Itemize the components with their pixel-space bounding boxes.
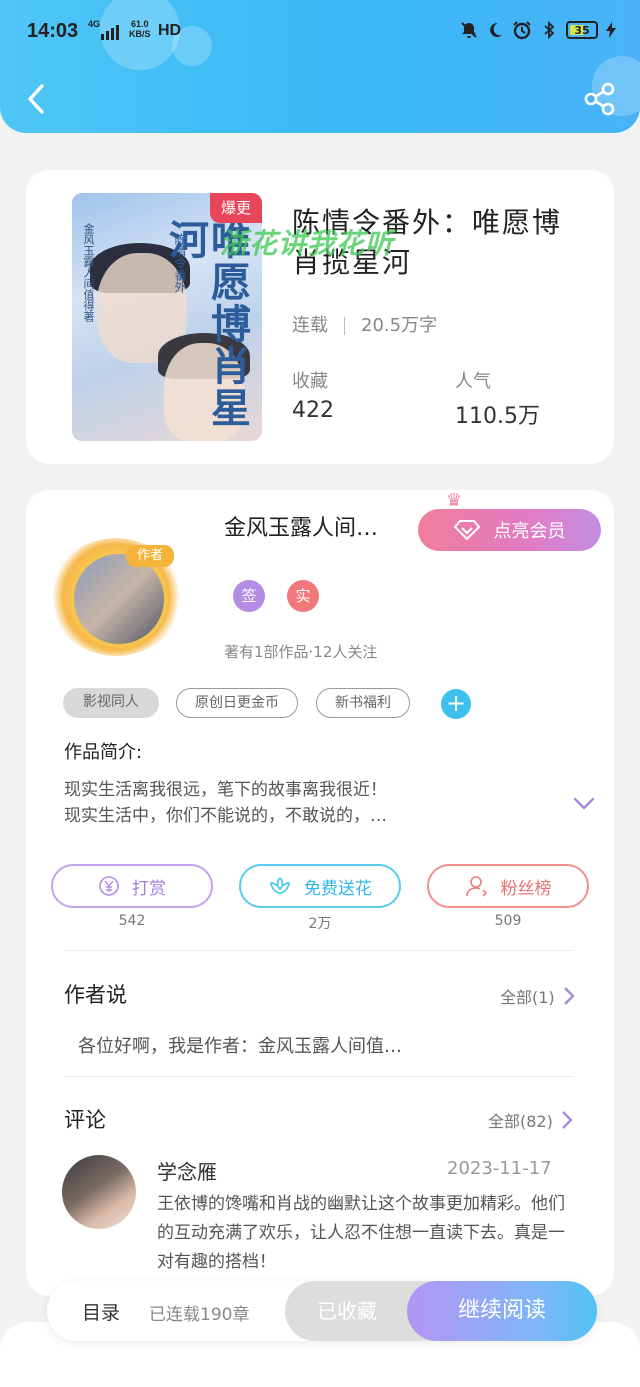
reward-count: 542 — [118, 913, 146, 929]
vip-button-label: 点亮会员 — [493, 521, 566, 542]
comment-date: 2023-11-17 — [447, 1158, 552, 1179]
book-meta: 连载 20.5万字 — [292, 311, 437, 337]
chevron-right-icon — [563, 987, 575, 1005]
battery-percent: 35 — [574, 23, 590, 37]
status-time: 14:03 — [27, 20, 79, 42]
chevron-down-icon[interactable] — [572, 794, 596, 812]
status-bar: 14:03 4G 61.0 KB/S HD 35 — [0, 16, 640, 48]
alarm-icon — [513, 21, 531, 40]
favorites-label: 收藏 — [292, 371, 328, 392]
toc-count: 已连载190章 — [149, 1305, 250, 1325]
vip-button[interactable]: 点亮会员 — [418, 509, 601, 551]
tag-chip[interactable]: 原创日更金币 — [176, 688, 298, 718]
user-icon — [465, 876, 487, 897]
author-info: 著有1部作品·12人关注 — [224, 643, 378, 661]
battery-indicator: 35 — [566, 21, 598, 39]
comments-more[interactable]: 全部(82) — [488, 1108, 573, 1132]
net-speed: 61.0 KB/S — [129, 19, 151, 39]
fans-rank-label: 粉丝榜 — [500, 878, 552, 899]
top-header: 14:03 4G 61.0 KB/S HD 35 — [0, 0, 640, 133]
reward-button[interactable]: 打赏 — [51, 864, 213, 908]
intro-title: 作品简介: — [64, 742, 143, 763]
flower-icon — [270, 877, 290, 894]
hot-badge: 爆更 — [210, 193, 262, 223]
flower-count: 2万 — [308, 916, 332, 932]
net-speed-unit: KB/S — [129, 29, 151, 39]
diamond-icon — [453, 520, 480, 540]
tag-chip[interactable]: 影视同人 — [63, 688, 159, 718]
meta-divider — [344, 317, 345, 335]
hd-indicator: HD — [158, 22, 182, 39]
popularity-label: 人气 — [455, 371, 491, 392]
reward-label: 打赏 — [132, 878, 166, 899]
send-flower-label: 免费送花 — [304, 878, 372, 899]
verified-badge: 实 — [287, 580, 319, 612]
comment-text[interactable]: 王依博的馋嘴和肖战的幽默让这个故事更加精彩。他们的互动充满了欢乐，让人忍不住想一… — [157, 1190, 577, 1277]
intro-text[interactable]: 现实生活离我很远，笔下的故事离我很近！ 现实生活中，你们不能说的，不敢说的，… — [64, 777, 484, 829]
comments-more-label: 全部(82) — [488, 1112, 553, 1131]
author-says-more-label: 全部(1) — [500, 988, 555, 1007]
yen-icon — [99, 876, 119, 896]
network-type: 4G — [88, 19, 101, 29]
add-tag-button[interactable]: + — [441, 689, 471, 719]
section-divider — [64, 1076, 574, 1077]
section-divider — [64, 950, 574, 951]
net-speed-value: 61.0 — [130, 19, 149, 29]
author-tag: 作者 — [126, 545, 174, 567]
watermark: 浙花讲我花听 — [220, 227, 395, 260]
word-count: 20.5万字 — [361, 315, 438, 336]
commenter-avatar[interactable] — [62, 1155, 136, 1229]
mute-bell-icon — [461, 22, 477, 38]
back-button[interactable] — [22, 82, 52, 116]
signal-icon — [101, 25, 119, 40]
bluetooth-icon — [544, 21, 555, 39]
commenter-name[interactable]: 学念雁 — [157, 1156, 217, 1185]
share-button[interactable] — [584, 82, 616, 116]
popularity-value: 110.5万 — [455, 404, 540, 429]
status-icons: 35 — [460, 20, 616, 40]
charging-icon — [606, 22, 616, 38]
book-status: 连载 — [292, 315, 328, 336]
fans-rank-button[interactable]: 粉丝榜 — [427, 864, 589, 908]
cover-author: 金风玉露人间值得著 — [82, 223, 95, 322]
signed-badge: 签 — [233, 580, 265, 612]
moon-icon — [490, 22, 502, 37]
intro-line: 现实生活离我很远，笔下的故事离我很近！ — [64, 780, 387, 800]
continue-reading-button[interactable]: 继续阅读 — [407, 1281, 597, 1341]
cover-subtitle: 陈情令番外 — [173, 233, 187, 293]
toc-button[interactable]: 目录 — [82, 1298, 120, 1325]
intro-line: 现实生活中，你们不能说的，不敢说的，… — [64, 806, 387, 826]
author-name[interactable]: 金风玉露人间… — [224, 510, 378, 542]
author-note[interactable]: 各位好啊，我是作者：金风玉露人间值… — [78, 1032, 402, 1058]
fans-count: 509 — [494, 913, 522, 929]
author-says-more[interactable]: 全部(1) — [500, 984, 575, 1008]
tag-chip[interactable]: 新书福利 — [316, 688, 410, 718]
comments-title: 评论 — [64, 1108, 106, 1132]
favorites-value: 422 — [292, 398, 334, 423]
author-says-title: 作者说 — [64, 983, 127, 1007]
chevron-right-icon — [562, 1111, 573, 1129]
crown-icon: ♛ — [446, 490, 463, 511]
send-flower-button[interactable]: 免费送花 — [239, 864, 401, 908]
